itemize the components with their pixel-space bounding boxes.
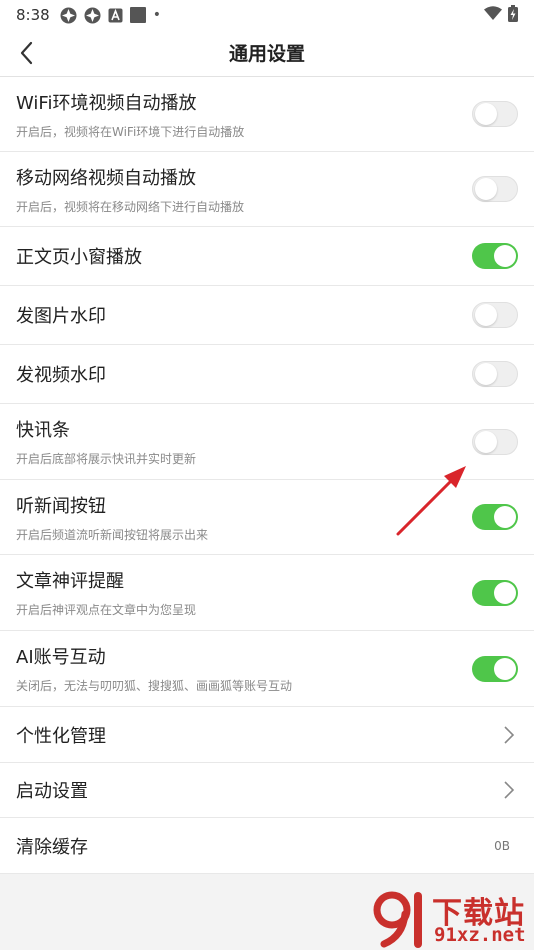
setting-title: 发图片水印 xyxy=(16,306,106,327)
chevron-right-icon xyxy=(504,781,515,799)
setting-title: 快讯条 xyxy=(16,420,70,441)
setting-description: 开启后神评观点在文章中为您呈现 xyxy=(16,603,197,617)
setting-row-ai-interaction: AI账号互动 关闭后，无法与叨叨狐、搜搜狐、画画狐等账号互动 xyxy=(0,631,534,707)
page-title: 通用设置 xyxy=(228,43,305,65)
setting-title: 启动设置 xyxy=(16,781,88,802)
toggle-knob xyxy=(494,657,516,680)
toggle-knob xyxy=(494,581,516,604)
status-notification-icons: • xyxy=(60,7,161,24)
nav-row-startup-settings[interactable]: 启动设置 xyxy=(0,763,534,818)
toggle-knob xyxy=(475,430,497,453)
site-watermark: 下载站 91xz.net xyxy=(370,888,534,950)
setting-title: 听新闻按钮 xyxy=(16,496,106,517)
setting-description: 关闭后，无法与叨叨狐、搜搜狐、画画狐等账号互动 xyxy=(16,679,293,693)
setting-description: 开启后频道流听新闻按钮将展示出来 xyxy=(16,528,209,542)
setting-row-video-watermark: 发视频水印 xyxy=(0,345,534,404)
setting-row-wifi-autoplay: WiFi环境视频自动播放 开启后，视频将在WiFi环境下进行自动播放 xyxy=(0,77,534,152)
setting-title: WiFi环境视频自动播放 xyxy=(16,93,197,114)
ai-interaction-toggle[interactable] xyxy=(472,655,518,682)
toggle-knob xyxy=(475,103,497,125)
setting-row-image-watermark: 发图片水印 xyxy=(0,286,534,345)
status-time: 8:38 xyxy=(16,6,50,24)
news-flash-toggle[interactable] xyxy=(472,428,518,455)
setting-description: 开启后，视频将在WiFi环境下进行自动播放 xyxy=(16,125,245,139)
setting-title: 发视频水印 xyxy=(16,365,106,386)
comment-reminder-toggle[interactable] xyxy=(472,579,518,606)
top-navigation-bar: 通用设置 xyxy=(0,30,534,77)
setting-title: AI账号互动 xyxy=(16,647,106,668)
setting-row-comment-reminder: 文章神评提醒 开启后神评观点在文章中为您呈现 xyxy=(0,555,534,631)
chevron-right-icon xyxy=(504,725,515,744)
annotation-arrow-icon xyxy=(396,466,466,536)
toggle-knob xyxy=(475,363,497,385)
status-bar: 8:38 • xyxy=(0,0,534,30)
video-watermark-toggle[interactable] xyxy=(472,361,518,387)
font-notification-icon xyxy=(108,8,123,22)
square-notification-icon xyxy=(129,7,146,23)
nav-row-personalization[interactable]: 个性化管理 xyxy=(0,707,534,763)
setting-row-mobile-autoplay: 移动网络视频自动播放 开启后，视频将在移动网络下进行自动播放 xyxy=(0,152,534,227)
app-notification-icon xyxy=(60,7,77,23)
toggle-knob xyxy=(494,506,516,528)
setting-title: 正文页小窗播放 xyxy=(16,247,142,268)
cache-size-value: 0B xyxy=(494,838,510,853)
toggle-knob xyxy=(494,245,516,267)
toggle-knob xyxy=(475,178,497,200)
watermark-logo-icon xyxy=(373,891,422,948)
setting-title: 清除缓存 xyxy=(16,836,88,858)
battery-charging-icon xyxy=(508,5,518,22)
mobile-autoplay-toggle[interactable] xyxy=(472,176,518,202)
app-notification-icon xyxy=(84,7,101,23)
nav-row-clear-cache[interactable]: 清除缓存 0B xyxy=(0,818,534,874)
setting-row-mini-window: 正文页小窗播放 xyxy=(0,227,534,286)
image-watermark-toggle[interactable] xyxy=(472,302,518,328)
wifi-autoplay-toggle[interactable] xyxy=(472,101,518,127)
setting-title: 文章神评提醒 xyxy=(16,571,124,592)
wifi-icon xyxy=(484,6,502,20)
setting-description: 开启后，视频将在移动网络下进行自动播放 xyxy=(16,200,245,214)
more-notifications-dot: • xyxy=(152,7,161,23)
mini-window-toggle[interactable] xyxy=(472,243,518,269)
setting-title: 个性化管理 xyxy=(16,725,106,747)
listen-news-toggle[interactable] xyxy=(472,504,518,530)
toggle-knob xyxy=(475,304,497,326)
watermark-url: 91xz.net xyxy=(434,924,526,946)
setting-description: 开启后底部将展示快讯并实时更新 xyxy=(16,452,197,466)
setting-title: 移动网络视频自动播放 xyxy=(16,168,196,189)
